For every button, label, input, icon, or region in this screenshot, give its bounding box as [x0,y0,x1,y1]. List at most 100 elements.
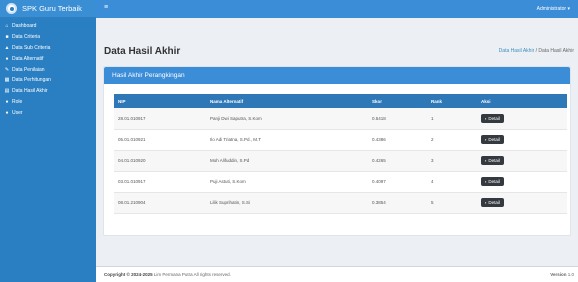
detail-button-label: Detail [488,179,500,184]
table-header-row: NIP Nama Alternatif Skor Rank Aksi [114,94,567,108]
sidebar-item-label: Data Perhitungan [12,77,51,84]
breadcrumb-link[interactable]: Data Hasil Akhir [499,48,535,54]
detail-icon: ▪ [485,158,487,163]
column-header-nip: NIP [118,98,126,104]
brand-logo-icon [6,3,17,14]
cell-skor: 0.5418 [372,115,386,121]
cell-nama: Lilik Suprihatin, S.Si [210,200,251,205]
page-title: Data Hasil Akhir [104,46,181,57]
sidebar-item-data-hasil-akhir[interactable]: ▤ Data Hasil Akhir [0,86,96,97]
sidebar-item-label: Role [12,98,23,105]
table-row: 28.01.010917 Panji Dwi Saputra, S.Kom 0.… [114,108,567,129]
footer: Copyright © 2024-2025 Lim Permana Putra … [96,266,578,282]
chart-icon: ▤ [4,88,10,95]
sidebar-item-dashboard[interactable]: ⌂ Dashboard [0,21,96,32]
users-icon: ● [5,109,9,116]
cell-nip: 28.01.010917 [118,115,146,121]
sidebar-item-label: Data Alternatif [12,55,44,62]
detail-button[interactable]: ▪ Detail [481,156,504,165]
breadcrumb-current: Data Hasil Akhir [538,48,574,54]
cell-aksi: ▪ Detail [477,192,567,213]
main-content: Data Hasil Akhir Data Hasil Akhir / Data… [96,18,578,266]
cell-aksi: ▪ Detail [477,108,567,129]
sidebar-menu: ⌂ Dashboard ■ Data Criteria ▲ Data Sub C… [0,18,96,118]
column-header-nama: Nama Alternatif [210,98,244,104]
detail-button[interactable]: ▪ Detail [481,198,504,207]
cell-nama: Puji Astuti, S.Kom [210,179,246,184]
user-menu[interactable]: Administrator ▾ [537,6,570,12]
hamburger-icon[interactable]: ≡ [104,4,108,11]
breadcrumb: Data Hasil Akhir / Data Hasil Akhir [499,48,574,54]
detail-button[interactable]: ▪ Detail [481,135,504,144]
sidebar-item-role[interactable]: ● Role [0,97,96,108]
cell-nip: 05.01.010921 [118,137,146,142]
detail-icon: ▪ [485,179,487,184]
version-number: 1.0 [567,272,574,277]
users-icon: ● [5,55,9,62]
sidebar-item-data-sub-criteria[interactable]: ▲ Data Sub Criteria [0,43,96,54]
table-row: 08.01.210904 Lilik Suprihatin, S.Si 0.38… [114,192,567,213]
sidebar-item-user[interactable]: ● User [0,107,96,118]
cell-nama: Moh Alifuddin, S.Pd [210,158,250,163]
sidebar-item-data-perhitungan[interactable]: ▦ Data Perhitungan [0,75,96,86]
column-header-rank: Rank [431,98,443,104]
detail-button-label: Detail [488,137,500,142]
cell-nip: 08.01.210904 [118,200,146,205]
calculator-icon: ▦ [4,77,10,84]
table-row: 05.01.010921 Ilo Adi Triatna, S.Pd., M.T… [114,129,567,150]
version-label: Version [550,272,567,277]
column-header-aksi: Aksi [481,98,491,104]
detail-icon: ▪ [485,137,487,142]
detail-button-label: Detail [488,115,500,121]
cell-nama: Panji Dwi Saputra, S.Kom [210,115,262,121]
cell-nama: Ilo Adi Triatna, S.Pd., M.T [210,137,262,142]
home-icon: ⌂ [5,23,9,30]
brand[interactable]: SPK Guru Terbaik [0,0,96,18]
sidebar-item-data-alternatif[interactable]: ● Data Alternatif [0,53,96,64]
table-row: 04.01.010920 Moh Alifuddin, S.Pd 0.4265 … [114,150,567,171]
card-title: Hasil Akhir Perangkingan [104,67,570,84]
cell-aksi: ▪ Detail [477,171,567,192]
detail-icon: ▪ [485,200,487,205]
copyright-label: Copyright © 2024-2025 [104,272,153,277]
cell-rank: 3 [431,158,434,163]
cell-skor: 0.4265 [372,158,386,163]
cell-rank: 2 [431,137,434,142]
cell-skor: 0.4386 [372,137,386,142]
detail-button[interactable]: ▪ Detail [481,113,504,123]
sidebar-item-label: Data Sub Criteria [12,44,51,51]
sidebar-item-data-penilaian[interactable]: ✎ Data Penilaian [0,64,96,75]
cell-nip: 04.01.010920 [118,158,146,163]
brand-name: SPK Guru Terbaik [22,4,82,13]
sidebar-item-label: Data Criteria [12,34,41,41]
cell-rank: 4 [431,179,434,184]
cell-skor: 0.3854 [372,200,386,205]
result-card: Hasil Akhir Perangkingan NIP Nama Altern… [103,66,571,236]
column-header-skor: Skor [372,98,383,104]
cubes-icon: ▲ [4,44,10,51]
top-navbar: ≡ Administrator ▾ [96,0,578,18]
cell-skor: 0.4097 [372,179,386,184]
sidebar-item-label: Data Hasil Akhir [12,88,48,95]
cell-aksi: ▪ Detail [477,129,567,150]
users-icon: ● [5,98,9,105]
cube-icon: ■ [5,34,9,41]
detail-icon: ▪ [485,115,487,121]
cell-rank: 5 [431,200,434,205]
ranking-table: NIP Nama Alternatif Skor Rank Aksi 28.01… [114,94,567,214]
cell-aksi: ▪ Detail [477,150,567,171]
cell-rank: 1 [431,115,434,121]
detail-button-label: Detail [488,200,500,205]
version-text: Version 1.0 [550,272,574,277]
sidebar: SPK Guru Terbaik ⌂ Dashboard ■ Data Crit… [0,0,96,282]
sidebar-item-label: User [12,109,23,116]
edit-icon: ✎ [4,66,10,73]
sidebar-item-label: Dashboard [12,23,37,30]
table-row: 03.01.010917 Puji Astuti, S.Kom 0.4097 4… [114,171,567,192]
detail-button-label: Detail [488,158,500,163]
sidebar-item-data-criteria[interactable]: ■ Data Criteria [0,32,96,43]
breadcrumb-separator: / [535,48,538,54]
sidebar-item-label: Data Penilaian [12,66,45,73]
copyright-text: Copyright © 2024-2025 Lim Permana Putra … [104,272,231,277]
detail-button[interactable]: ▪ Detail [481,177,504,186]
